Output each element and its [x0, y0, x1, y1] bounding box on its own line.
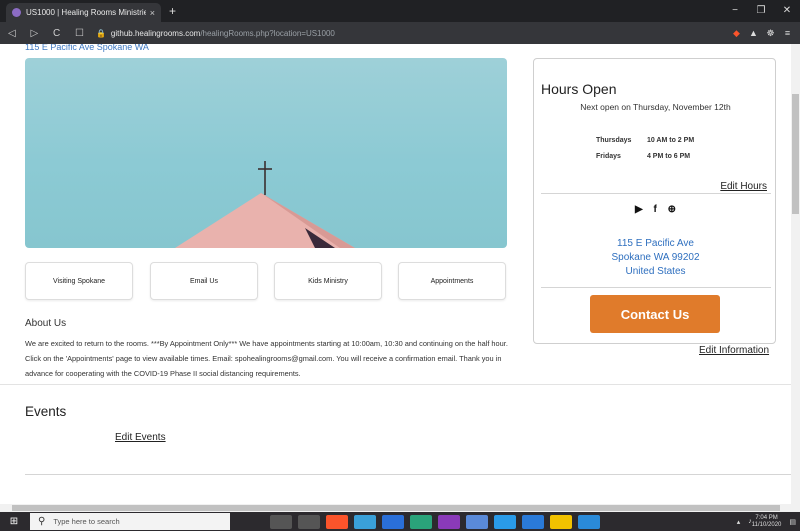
address-toolbar: ◁ ▷ C ☐ 🔒 github.healingrooms.com /heali…: [0, 22, 800, 44]
search-placeholder: Type here to search: [53, 517, 120, 526]
taskbar-app-icon[interactable]: [298, 514, 320, 529]
horizontal-scroll-thumb[interactable]: [12, 505, 780, 511]
browser-tab-strip: US1000 | Healing Rooms Ministrie × + − ❐…: [0, 0, 800, 22]
clock-date: 11/10/2020: [751, 521, 782, 528]
page-viewport: 115 E Pacific Ave Spokane WA Visiting Sp…: [0, 44, 791, 504]
site-favicon-icon: [12, 8, 21, 17]
window-controls: − ❐ ✕: [722, 0, 800, 22]
edit-events-link[interactable]: Edit Events: [115, 432, 166, 443]
notifications-icon[interactable]: ▤: [789, 518, 796, 526]
clock-time: 7:04 PM: [755, 514, 778, 521]
menu-icon[interactable]: ≡: [779, 28, 796, 38]
hours-row-fridays: Fridays 4 PM to 6 PM: [596, 153, 690, 160]
hours-day: Thursdays: [596, 137, 632, 144]
bookmark-icon[interactable]: ☐: [75, 28, 84, 39]
reload-icon[interactable]: C: [53, 28, 60, 39]
horizontal-scrollbar[interactable]: [0, 504, 800, 512]
kids-ministry-button[interactable]: Kids Ministry: [274, 262, 382, 300]
visiting-spokane-button[interactable]: Visiting Spokane: [25, 262, 133, 300]
facebook-icon[interactable]: f: [653, 204, 656, 215]
url-domain: github.healingrooms.com: [110, 28, 201, 38]
tab-close-icon[interactable]: ×: [150, 8, 155, 18]
tab-title: US1000 | Healing Rooms Ministrie: [26, 8, 146, 17]
close-window-button[interactable]: ✕: [774, 0, 800, 22]
taskbar-app-icon[interactable]: [494, 514, 516, 529]
church-steeple-illustration: [175, 161, 355, 248]
hours-heading: Hours Open: [541, 81, 617, 97]
nav-buttons: ◁ ▷ C ☐: [8, 28, 96, 39]
card-divider: [541, 287, 771, 288]
about-heading: About Us: [25, 318, 67, 329]
hours-time: 4 PM to 6 PM: [646, 153, 691, 160]
location-address: 115 E Pacific Ave Spokane WA 99202 Unite…: [534, 237, 777, 279]
hours-row-thursdays: Thursdays 10 AM to 2 PM: [596, 137, 694, 144]
about-text: We are excited to return to the rooms. *…: [25, 339, 508, 378]
extensions-icon[interactable]: ☸: [762, 28, 779, 39]
social-links: ▶ f ⊕: [534, 204, 777, 215]
new-tab-button[interactable]: +: [169, 4, 176, 18]
windows-start-icon[interactable]: ⊞: [0, 516, 28, 527]
events-heading: Events: [25, 404, 67, 419]
address-line-1: 115 E Pacific Ave: [617, 238, 694, 249]
url-field[interactable]: 🔒 github.healingrooms.com /healingRooms.…: [96, 29, 335, 38]
back-icon[interactable]: ◁: [8, 28, 16, 39]
taskbar-apps: [270, 514, 606, 529]
vertical-scroll-thumb[interactable]: [792, 94, 799, 214]
contact-us-button[interactable]: Contact Us: [590, 295, 720, 333]
taskbar-clock[interactable]: 7:04 PM 11/10/2020: [752, 515, 782, 529]
edit-hours-link[interactable]: Edit Hours: [720, 181, 767, 192]
youtube-icon[interactable]: ▶: [635, 204, 643, 215]
taskbar-app-icon[interactable]: [550, 514, 572, 529]
brave-shield-icon[interactable]: ◆: [728, 28, 745, 39]
card-divider: [541, 193, 771, 194]
restore-button[interactable]: ❐: [748, 0, 774, 22]
taskbar-app-icon[interactable]: [270, 514, 292, 529]
address-line-3: United States: [625, 266, 686, 277]
url-path: /healingRooms.php?location=US1000: [200, 28, 335, 38]
windows-taskbar: ⊞ ⚲ Type here to search ▴ ♪ 7:04 PM 11/1…: [0, 512, 800, 531]
section-divider: [25, 474, 791, 475]
globe-icon[interactable]: ⊕: [668, 204, 676, 215]
hero-church-image: [25, 58, 507, 248]
address-line-2: Spokane WA 99202: [611, 252, 700, 263]
email-us-button[interactable]: Email Us: [150, 262, 258, 300]
hours-card: Hours Open Next open on Thursday, Novemb…: [533, 58, 776, 344]
taskbar-search-box[interactable]: ⚲ Type here to search: [30, 513, 230, 530]
extensions-area: ◆ ▲ ☸ ≡: [728, 22, 796, 44]
edit-information-link[interactable]: Edit Information: [699, 345, 769, 356]
hours-time: 10 AM to 2 PM: [646, 137, 695, 144]
taskbar-app-icon[interactable]: [326, 514, 348, 529]
lock-icon: 🔒: [95, 28, 106, 38]
appointments-button[interactable]: Appointments: [398, 262, 506, 300]
taskbar-app-icon[interactable]: [438, 514, 460, 529]
taskbar-app-icon[interactable]: [466, 514, 488, 529]
search-icon: ⚲: [38, 516, 46, 527]
next-open-text: Next open on Thursday, November 12th: [580, 102, 731, 112]
taskbar-app-icon[interactable]: [522, 514, 544, 529]
network-icon[interactable]: ▴: [737, 518, 741, 526]
forward-icon[interactable]: ▷: [30, 28, 38, 39]
taskbar-app-icon[interactable]: [354, 514, 376, 529]
taskbar-app-icon[interactable]: [382, 514, 404, 529]
taskbar-app-icon[interactable]: [410, 514, 432, 529]
hours-day: Fridays: [596, 153, 621, 160]
section-divider: [0, 384, 791, 385]
minimize-button[interactable]: −: [722, 0, 748, 22]
browser-tab[interactable]: US1000 | Healing Rooms Ministrie ×: [6, 3, 161, 22]
alert-icon[interactable]: ▲: [745, 28, 762, 38]
taskbar-app-icon[interactable]: [578, 514, 600, 529]
system-tray: ▴ ♪ 7:04 PM 11/10/2020 ▤: [729, 512, 796, 531]
vertical-scrollbar[interactable]: [791, 44, 800, 504]
header-address-link[interactable]: 115 E Pacific Ave Spokane WA: [25, 44, 149, 52]
